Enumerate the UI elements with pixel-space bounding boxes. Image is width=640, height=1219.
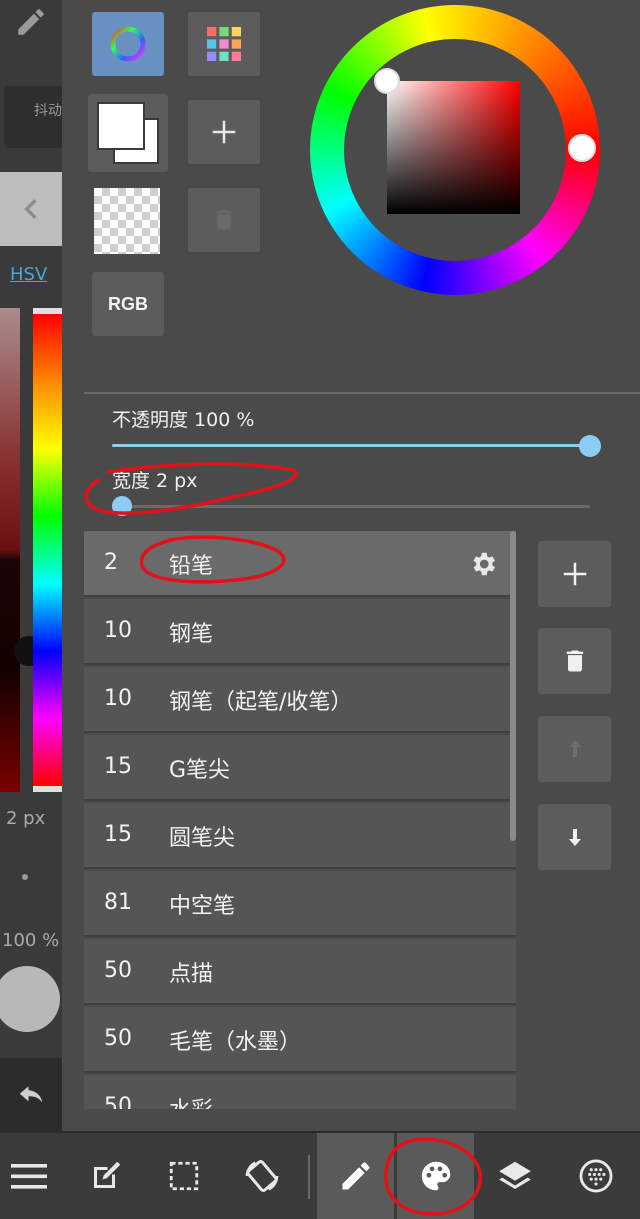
blur-tab-label: 抖动 <box>34 103 62 119</box>
brush-name: 毛笔（水墨） <box>169 1030 302 1055</box>
rgb-mode-button[interactable]: RGB <box>92 272 164 336</box>
opacity-slider-thumb[interactable] <box>579 435 601 457</box>
layers-button[interactable] <box>484 1133 546 1219</box>
list-item[interactable]: 50 毛笔（水墨） <box>84 1007 516 1073</box>
back-button[interactable] <box>0 172 62 246</box>
delete-brush-button[interactable] <box>538 628 611 694</box>
list-item[interactable]: 15 G笔尖 <box>84 735 516 801</box>
brush-name: 水彩 <box>169 1092 213 1109</box>
pencil-icon <box>18 9 44 35</box>
move-up-button[interactable] <box>538 716 611 782</box>
width-label: 宽度 2 px <box>112 470 198 492</box>
plus-icon <box>212 120 236 144</box>
opacity-label: 不透明度 100 % <box>112 409 255 431</box>
hue-bar[interactable] <box>33 308 62 792</box>
transparent-color-swatch[interactable] <box>94 188 160 254</box>
toolbar-separator <box>308 1155 310 1199</box>
rotate-icon <box>245 1160 279 1192</box>
brush-size: 81 <box>104 890 132 915</box>
brush-size: 2 <box>104 550 118 575</box>
fg-bg-swatch-icon <box>97 102 159 164</box>
brush-size: 10 <box>104 686 132 711</box>
canvas-side-strip: 抖动 HSV 2 px 100 % <box>0 0 62 1131</box>
layers-icon <box>499 1161 531 1189</box>
saturation-value-square[interactable] <box>387 81 520 214</box>
add-color-button[interactable] <box>188 100 260 164</box>
arrow-down-icon <box>568 829 581 846</box>
plus-icon <box>563 562 586 586</box>
move-down-button[interactable] <box>538 804 611 870</box>
palette-grid-tab[interactable] <box>188 12 260 76</box>
list-item[interactable]: 50 水彩 <box>84 1075 516 1109</box>
brush-size: 50 <box>104 958 132 983</box>
trash-icon <box>216 210 232 230</box>
opacity-slider-track[interactable] <box>112 444 590 447</box>
color-wheel-tab[interactable] <box>92 12 164 76</box>
selection-icon <box>169 1161 199 1191</box>
blur-tab[interactable]: 抖动 <box>4 86 62 148</box>
color-brush-panel: RGB 不透明度 100 % 宽度 2 px 2 铅笔 10 钢笔 10 钢笔（… <box>62 0 640 1131</box>
brush-size: 50 <box>104 1094 132 1109</box>
list-item[interactable]: 10 钢笔 <box>84 599 516 665</box>
menu-button[interactable] <box>0 1133 58 1219</box>
brush-size: 50 <box>104 1026 132 1051</box>
material-button[interactable] <box>566 1133 626 1219</box>
width-slider-thumb[interactable] <box>112 496 132 516</box>
list-item[interactable]: 50 点描 <box>84 939 516 1005</box>
panel-divider <box>84 392 640 394</box>
list-item[interactable]: 15 圆笔尖 <box>84 803 516 869</box>
hamburger-icon <box>11 1164 47 1189</box>
undo-button[interactable] <box>0 1058 62 1131</box>
sv-picker-knob[interactable] <box>374 68 400 94</box>
trash-icon <box>566 650 583 672</box>
color-wheel-icon <box>110 26 146 62</box>
arrow-up-icon <box>568 740 581 757</box>
brush-list[interactable]: 2 铅笔 10 钢笔 10 钢笔（起笔/收笔） 15 G笔尖 15 圆笔尖 81… <box>84 531 516 1109</box>
color-wheel[interactable] <box>310 5 600 295</box>
brush-preview-dot <box>22 874 28 880</box>
brush-name: 钢笔 <box>169 622 214 647</box>
delete-color-button[interactable] <box>188 188 260 252</box>
fg-bg-color-swatch[interactable] <box>88 94 168 172</box>
hue-picker-knob[interactable] <box>568 134 596 162</box>
rgb-mode-label: RGB <box>108 293 148 314</box>
width-slider-track[interactable] <box>112 505 590 508</box>
width-readout: 2 px <box>6 808 46 829</box>
chevron-left-icon <box>24 199 37 219</box>
brush-name: 圆笔尖 <box>169 826 236 851</box>
add-brush-button[interactable] <box>538 541 611 607</box>
pencil-icon <box>342 1162 369 1190</box>
brush-size: 15 <box>104 822 132 847</box>
brush-name: 中空笔 <box>169 894 236 919</box>
color-tab-button[interactable] <box>397 1133 474 1219</box>
brush-name: 铅笔 <box>169 554 214 579</box>
selection-button[interactable] <box>154 1133 214 1219</box>
brush-tab-button[interactable] <box>317 1133 394 1219</box>
list-item[interactable]: 2 铅笔 <box>84 531 516 597</box>
hsv-link[interactable]: HSV <box>10 264 47 285</box>
brush-list-scrollbar[interactable] <box>510 531 516 841</box>
brush-name: 点描 <box>169 962 214 987</box>
undo-icon <box>19 1085 43 1102</box>
brush-size: 10 <box>104 618 132 643</box>
brush-name: 钢笔（起笔/收笔） <box>169 690 353 715</box>
list-item[interactable]: 10 钢笔（起笔/收笔） <box>84 667 516 733</box>
rotate-button[interactable] <box>232 1133 292 1219</box>
saturation-bar[interactable] <box>0 308 44 792</box>
bottom-toolbar <box>0 1131 640 1219</box>
brush-name: G笔尖 <box>169 758 231 783</box>
edit-button[interactable] <box>76 1133 136 1219</box>
list-item[interactable]: 81 中空笔 <box>84 871 516 937</box>
pen-tool-button[interactable] <box>0 0 62 44</box>
palette-grid-icon <box>207 27 241 61</box>
palette-icon <box>421 1161 450 1191</box>
color-preview-circle <box>0 966 60 1032</box>
brush-size: 15 <box>104 754 132 779</box>
opacity-readout: 100 % <box>2 930 60 951</box>
material-icon <box>579 1159 613 1193</box>
edit-icon <box>94 1161 121 1188</box>
gear-icon[interactable] <box>468 549 498 579</box>
